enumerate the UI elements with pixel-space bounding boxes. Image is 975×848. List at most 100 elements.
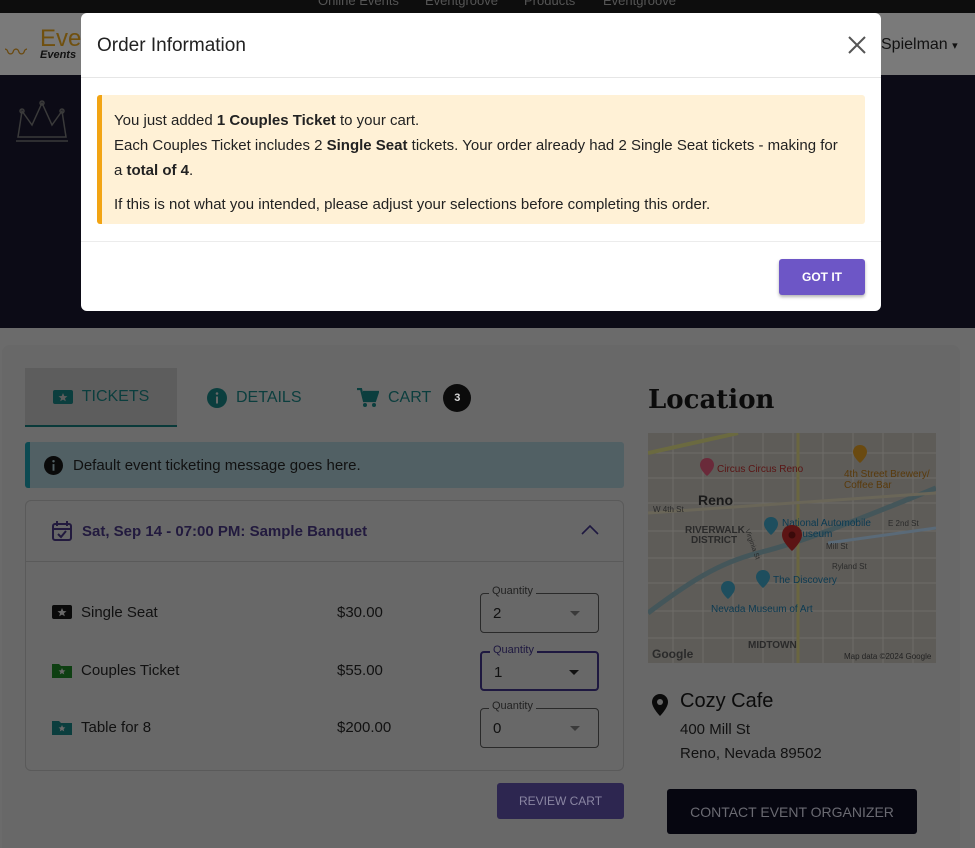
crown-icon bbox=[16, 100, 68, 142]
tab-details-label: DETAILS bbox=[236, 388, 302, 406]
logo-wave-icon: 〰 bbox=[5, 41, 28, 66]
map-poi-icon bbox=[764, 517, 778, 535]
alert-line-4: If this is not what you intended, please… bbox=[114, 196, 711, 213]
map-attribution[interactable]: Map data ©2024 Google bbox=[844, 652, 931, 661]
cart-count-badge: 3 bbox=[443, 383, 472, 412]
location-map[interactable]: Circus Circus Reno 4th Street Brewery/ C… bbox=[648, 433, 936, 663]
quantity-select-table-for-8[interactable]: Quantity 0 bbox=[480, 700, 599, 748]
ticket-icon bbox=[52, 389, 73, 405]
location-pin-icon bbox=[652, 694, 668, 716]
nav-item-products[interactable]: Products bbox=[524, 0, 575, 8]
review-cart-button[interactable]: REVIEW CART bbox=[497, 783, 624, 819]
tab-tickets[interactable]: TICKETS bbox=[25, 368, 177, 427]
nav-item-online-events[interactable]: Online Events bbox=[318, 0, 399, 8]
map-poi-icon bbox=[721, 581, 735, 599]
alert-text-bold: Single Seat bbox=[326, 137, 408, 154]
venue-address-line-1: 400 Mill St bbox=[680, 721, 751, 738]
location-heading: Location bbox=[648, 385, 775, 415]
ticket-star-icon bbox=[52, 604, 72, 625]
alert-text-bold: total of 4 bbox=[126, 162, 190, 179]
map-label-ryland: Ryland St bbox=[832, 562, 867, 571]
folder-star-icon bbox=[52, 662, 72, 683]
map-label-nevada-museum: Nevada Museum of Art bbox=[711, 604, 813, 615]
event-title: Sat, Sep 14 - 07:00 PM: Sample Banquet bbox=[82, 522, 368, 540]
quantity-value: 0 bbox=[493, 720, 502, 737]
user-name: Spielman bbox=[881, 36, 948, 53]
dropdown-caret-icon bbox=[570, 726, 580, 731]
cart-icon bbox=[357, 387, 379, 408]
info-banner-text: Default event ticketing message goes her… bbox=[73, 456, 361, 474]
logo-subtext: Events bbox=[40, 49, 77, 61]
alert-text-bold: 1 Couples Ticket bbox=[216, 112, 336, 129]
alert-line-1: You just added 1 Couples Ticket to your … bbox=[114, 108, 865, 133]
event-tabs: TICKETS DETAILS CART 3 bbox=[25, 368, 625, 427]
map-label-w4th: W 4th St bbox=[653, 505, 684, 514]
venue-name: Cozy Cafe bbox=[680, 690, 774, 712]
venue-address-line-2: Reno, Nevada 89502 bbox=[680, 745, 822, 762]
top-nav: Online Events Eventgroove Products Event… bbox=[0, 0, 975, 13]
user-menu[interactable]: Spielman ▾ bbox=[881, 36, 958, 54]
close-icon[interactable] bbox=[847, 35, 867, 55]
dropdown-caret-icon bbox=[569, 670, 579, 675]
alert-text: Each Couples Ticket includes 2 bbox=[114, 137, 327, 154]
map-poi-icon bbox=[853, 445, 867, 463]
modal-title: Order Information bbox=[97, 35, 246, 56]
ticket-name: Table for 8 bbox=[81, 719, 152, 736]
quantity-select-couples-ticket[interactable]: Quantity 1 bbox=[480, 644, 599, 691]
tab-details[interactable]: DETAILS bbox=[207, 368, 302, 427]
map-label-circus: Circus Circus Reno bbox=[717, 464, 804, 475]
nav-item-eventgroove-2[interactable]: Eventgroove bbox=[603, 0, 676, 8]
ticket-price: $55.00 bbox=[337, 662, 383, 679]
order-warning-alert: You just added 1 Couples Ticket to your … bbox=[97, 95, 865, 224]
order-information-modal: Order Information You just added 1 Coupl… bbox=[81, 13, 881, 311]
folder-star-icon bbox=[52, 719, 72, 740]
event-header[interactable]: Sat, Sep 14 - 07:00 PM: Sample Banquet bbox=[26, 501, 623, 562]
alert-text: to your cart. bbox=[335, 112, 420, 129]
map-poi-icon bbox=[756, 570, 770, 588]
chevron-down-icon: ▾ bbox=[952, 40, 958, 52]
quantity-label: Quantity bbox=[489, 585, 536, 597]
got-it-button[interactable]: GOT IT bbox=[779, 259, 865, 295]
map-label-riverwalk-2: DISTRICT bbox=[691, 535, 738, 546]
site-logo[interactable]: 〰 Eve Events bbox=[5, 25, 85, 66]
nav-item-eventgroove[interactable]: Eventgroove bbox=[425, 0, 498, 8]
ticket-row-couples-ticket: Couples Ticket $55.00 Quantity 1 bbox=[26, 644, 623, 691]
info-banner: Default event ticketing message goes her… bbox=[25, 442, 624, 488]
alert-line-2: Each Couples Ticket includes 2 Single Se… bbox=[114, 133, 865, 158]
alert-line-3: a total of 4. bbox=[114, 158, 865, 183]
map-marker-icon[interactable] bbox=[782, 525, 802, 551]
ticket-name: Couples Ticket bbox=[81, 662, 180, 679]
google-logo[interactable]: Google bbox=[652, 647, 693, 661]
contact-organizer-button[interactable]: CONTACT EVENT ORGANIZER bbox=[667, 789, 917, 834]
map-label-brewery: 4th Street Brewery/ bbox=[844, 469, 930, 480]
modal-divider bbox=[81, 241, 881, 242]
quantity-select-single-seat[interactable]: Quantity 2 bbox=[480, 585, 599, 633]
alert-text: . bbox=[189, 162, 194, 179]
ticket-price: $200.00 bbox=[337, 719, 392, 736]
tab-cart[interactable]: CART 3 bbox=[357, 368, 472, 427]
ticket-row-table-for-8: Table for 8 $200.00 Quantity 0 bbox=[26, 700, 623, 748]
tab-cart-label: CART bbox=[388, 388, 432, 406]
tab-tickets-label: TICKETS bbox=[81, 387, 150, 405]
dropdown-caret-icon bbox=[570, 611, 580, 616]
info-icon bbox=[207, 387, 227, 408]
alert-text: a bbox=[114, 162, 127, 179]
ticket-row-single-seat: Single Seat $30.00 Quantity 2 bbox=[26, 585, 623, 633]
map-label-mill: Mill St bbox=[826, 542, 848, 551]
quantity-label: Quantity bbox=[490, 644, 537, 656]
quantity-value: 2 bbox=[493, 605, 502, 622]
quantity-label: Quantity bbox=[489, 700, 536, 712]
map-poi-icon bbox=[700, 458, 714, 476]
map-label-e2nd: E 2nd St bbox=[888, 519, 919, 528]
chevron-up-icon[interactable] bbox=[581, 523, 599, 540]
ticket-name: Single Seat bbox=[81, 604, 158, 621]
info-circle-icon bbox=[44, 455, 63, 475]
map-label-brewery-2: Coffee Bar bbox=[844, 480, 892, 491]
map-label-discovery: The Discovery bbox=[773, 575, 837, 586]
modal-header: Order Information bbox=[81, 13, 881, 78]
alert-text: You just added bbox=[114, 112, 217, 129]
event-ticket-panel: Sat, Sep 14 - 07:00 PM: Sample Banquet S… bbox=[25, 500, 624, 771]
alert-text: tickets. Your order already had 2 Single… bbox=[407, 137, 838, 154]
quantity-value: 1 bbox=[494, 664, 503, 681]
map-label-midtown: MIDTOWN bbox=[748, 640, 797, 651]
